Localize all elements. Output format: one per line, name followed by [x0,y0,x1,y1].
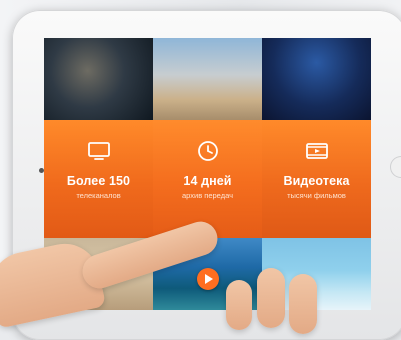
feature-title: Видеотека [283,174,350,188]
film-icon [305,143,328,159]
feature-title: 14 дней [183,174,232,188]
feature-subtitle: архив передач [182,191,233,200]
home-button[interactable] [390,156,401,178]
top-image-row [44,38,371,120]
feature-subtitle: телеканалов [76,191,121,200]
movie-poster-image [44,38,153,120]
beach-party-tile[interactable] [153,38,262,120]
right-finger-3 [289,274,317,334]
football-team-tile[interactable] [262,38,371,120]
play-button[interactable] [197,268,219,290]
feature-channels[interactable]: Более 150 телеканалов [44,120,153,238]
feature-subtitle: тысячи фильмов [287,191,346,200]
right-finger-1 [226,280,252,330]
football-team-image [262,38,371,120]
feature-video-library[interactable]: Видеотека тысячи фильмов [262,120,371,238]
beach-party-image [153,38,262,120]
clock-icon [197,141,218,161]
right-finger-2 [257,268,285,328]
movie-poster-tile[interactable] [44,38,153,120]
features-row: Более 150 телеканалов 14 дней архив пере… [44,120,371,238]
tv-icon [87,142,110,160]
feature-archive[interactable]: 14 дней архив передач [153,120,262,238]
feature-title: Более 150 [66,174,131,188]
